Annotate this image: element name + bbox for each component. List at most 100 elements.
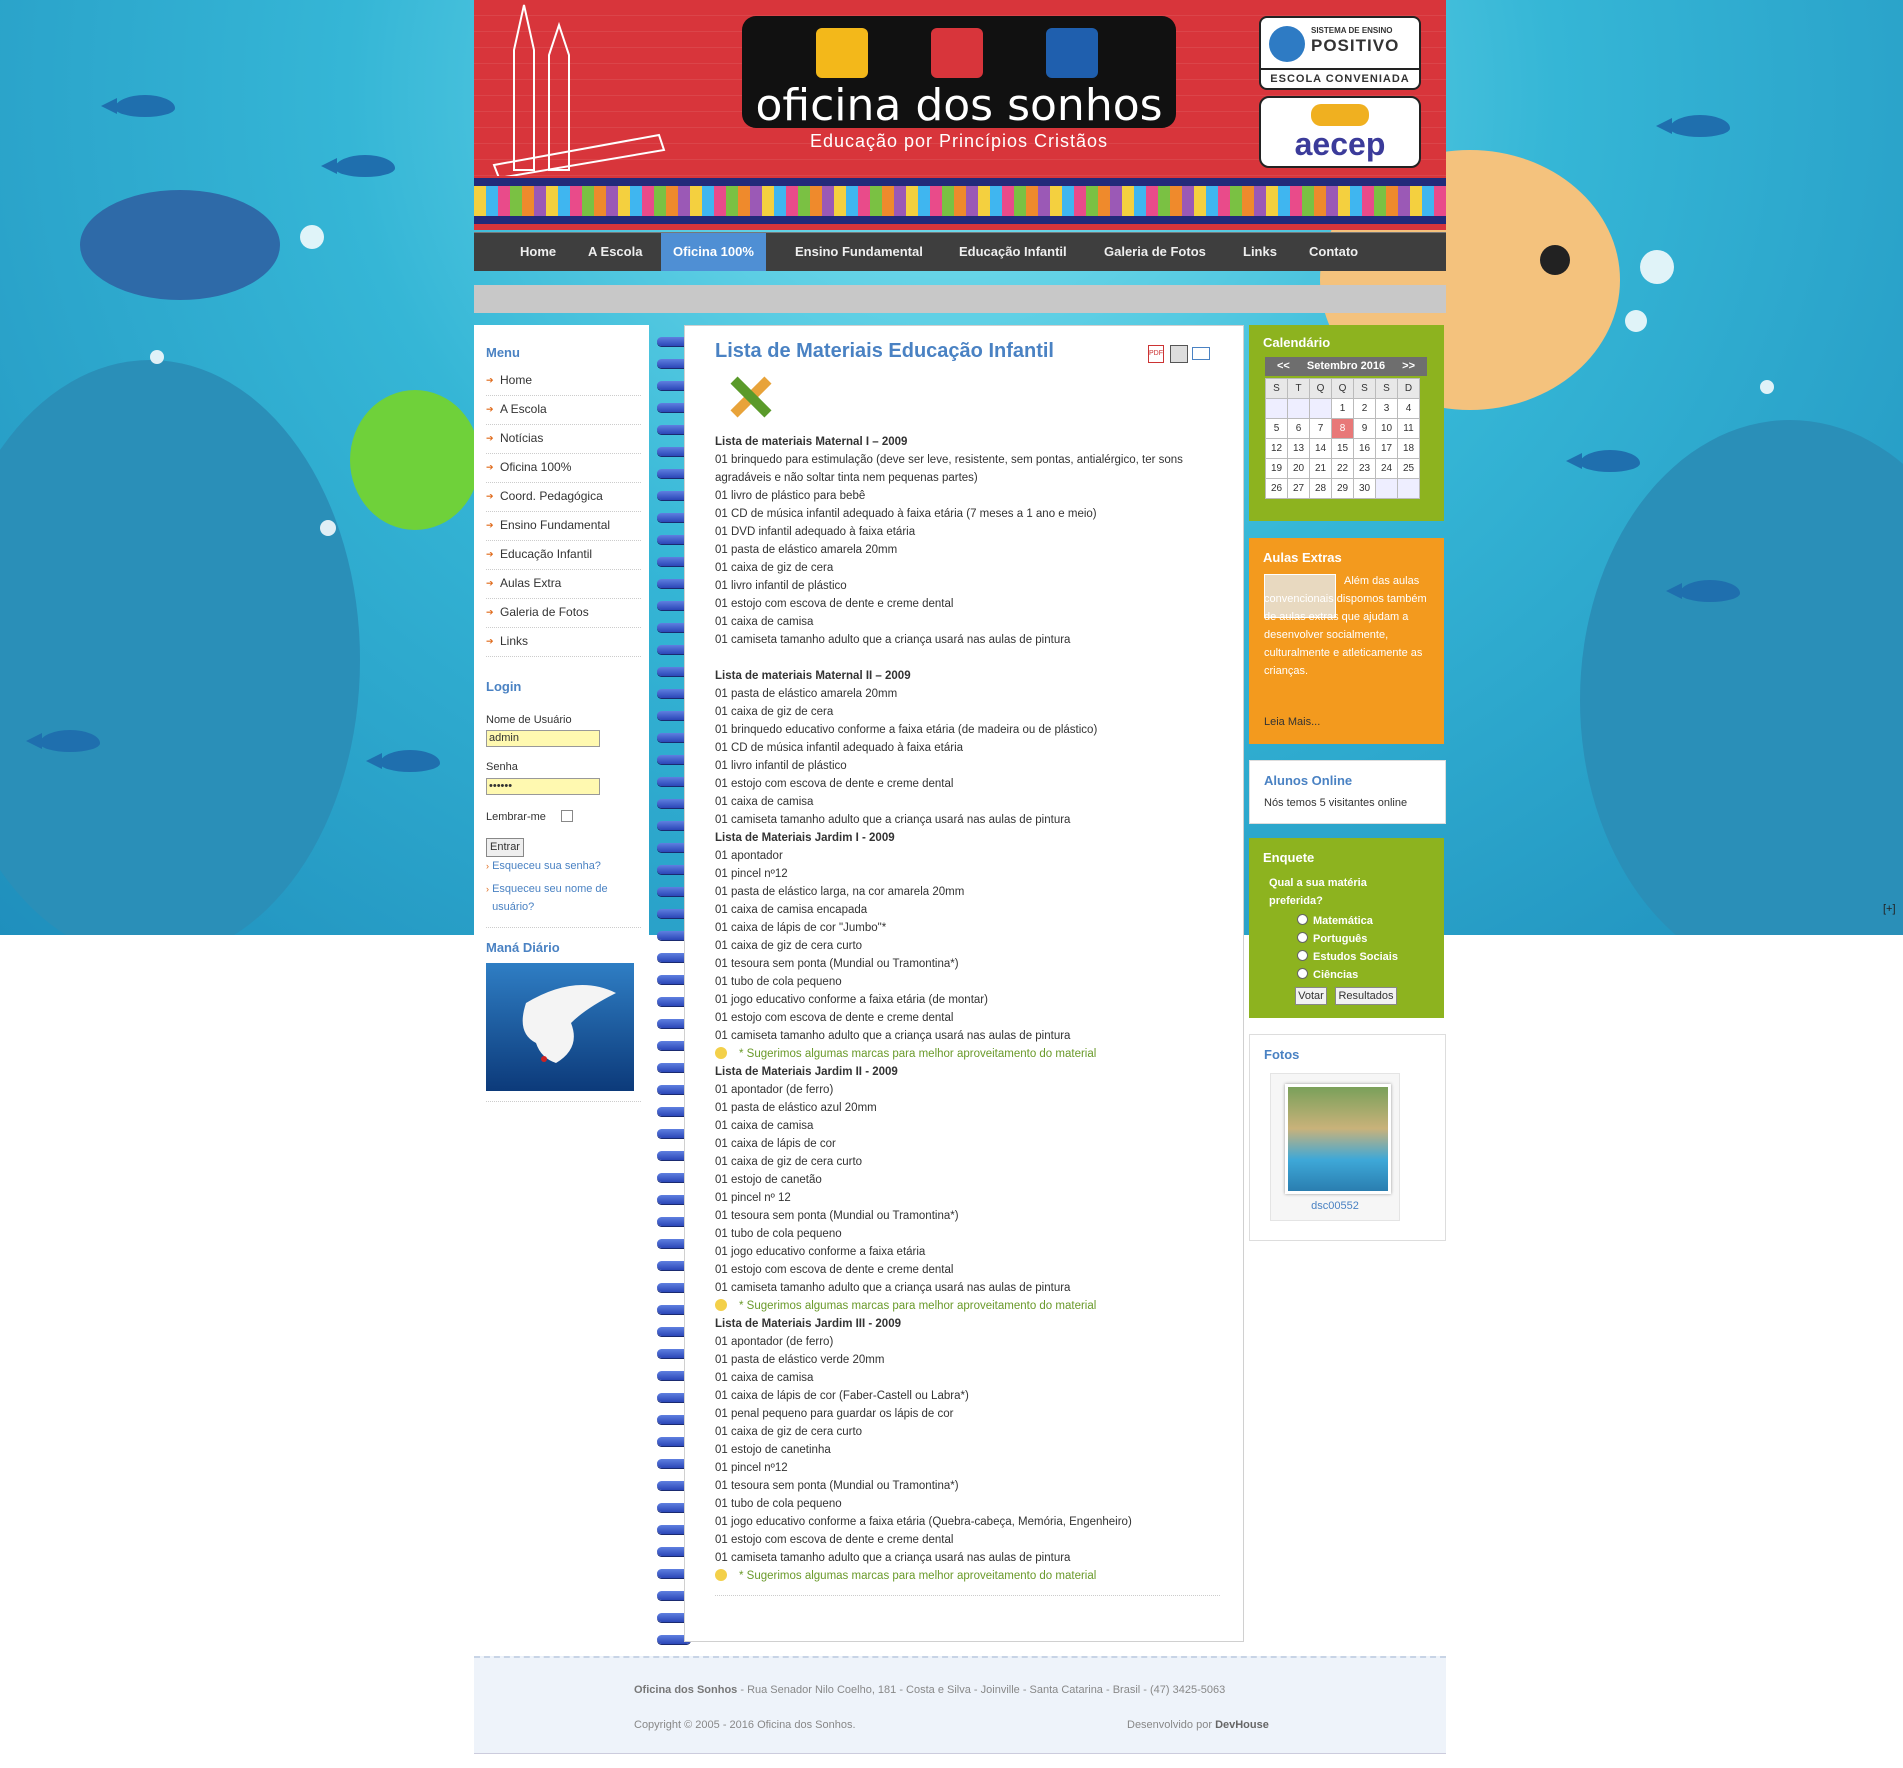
calendar-day[interactable]: 15 [1331, 438, 1354, 459]
calendar-day[interactable]: 10 [1375, 418, 1398, 439]
calendar-day[interactable]: 17 [1375, 438, 1398, 459]
radio-button[interactable] [1297, 914, 1308, 925]
calendar-day[interactable]: 13 [1287, 438, 1310, 459]
mana-diario-title: Maná Diário [486, 940, 560, 955]
forgot-username-link[interactable]: › Esqueceu seu nome de usuário? [486, 880, 626, 916]
calendar-day[interactable]: 1 [1331, 398, 1354, 419]
calendar-day[interactable]: 23 [1353, 458, 1376, 479]
list-item: 01 pasta de elástico larga, na cor amare… [715, 886, 965, 898]
poll-title: Enquete [1263, 850, 1315, 865]
nav-oficina-100[interactable]: Oficina 100% [661, 233, 766, 271]
aulas-read-more-link[interactable]: Leia Mais... [1264, 716, 1320, 728]
poll-option[interactable]: Estudos Sociais [1297, 950, 1398, 963]
nav-links[interactable]: Links [1243, 233, 1277, 271]
nav-contato[interactable]: Contato [1309, 233, 1358, 271]
sidebar-item-label: Ensino Fundamental [500, 518, 611, 532]
calendar-day[interactable]: 3 [1375, 398, 1398, 419]
calendar-day[interactable]: 21 [1309, 458, 1332, 479]
username-input[interactable]: admin [486, 730, 600, 747]
pool-photo[interactable] [1285, 1084, 1391, 1194]
nav-home[interactable]: Home [520, 233, 556, 271]
login-button[interactable]: Entrar [486, 838, 524, 857]
calendar-day[interactable]: 22 [1331, 458, 1354, 479]
main-content: Lista de Materiais Educação Infantil PDF… [684, 325, 1244, 1642]
password-input[interactable]: •••••• [486, 778, 600, 795]
pdf-icon[interactable]: PDF [1148, 345, 1164, 363]
fish-icon [101, 95, 175, 117]
photo-caption[interactable]: dsc00552 [1271, 1200, 1399, 1212]
calendar-day[interactable]: 28 [1309, 478, 1332, 499]
calendar-day[interactable]: 11 [1397, 418, 1420, 439]
positivo-badge[interactable]: SISTEMA DE ENSINO POSITIVO ESCOLA CONVEN… [1259, 16, 1421, 90]
forgot-username-text: Esqueceu seu nome de usuário? [492, 883, 608, 913]
calendar-day[interactable]: 7 [1309, 418, 1332, 439]
photos-module: Fotos dsc00552 [1249, 1034, 1446, 1241]
sidebar-item[interactable]: ➔ Home [486, 367, 641, 396]
calendar-day[interactable]: 25 [1397, 458, 1420, 479]
calendar-day[interactable]: 30 [1353, 478, 1376, 499]
calendar-day[interactable]: 5 [1265, 418, 1288, 439]
sidebar-item[interactable]: ➔ Educação Infantil [486, 541, 641, 570]
print-icon[interactable] [1170, 345, 1188, 363]
nav-educacao-infantil[interactable]: Educação Infantil [959, 233, 1067, 271]
poll-option[interactable]: Português [1297, 932, 1367, 945]
nav-ensino-fundamental[interactable]: Ensino Fundamental [795, 233, 923, 271]
list-heading: Lista de materiais Maternal II – 2009 [715, 670, 911, 682]
forgot-password-link[interactable]: › Esqueceu sua senha? [486, 860, 601, 872]
calendar-day[interactable]: 16 [1353, 438, 1376, 459]
list-item: 01 tubo de cola pequeno [715, 976, 842, 988]
list-item: 01 pasta de elástico amarela 20mm [715, 688, 898, 700]
list-item: 01 caixa de lápis de cor (Faber-Castell … [715, 1390, 969, 1402]
aecep-badge[interactable]: aecep [1259, 96, 1421, 168]
radio-button[interactable] [1297, 932, 1308, 943]
calendar-next-button[interactable]: >> [1402, 357, 1415, 376]
photo-card[interactable]: dsc00552 [1270, 1073, 1400, 1221]
vote-button[interactable]: Votar [1295, 987, 1327, 1005]
nav-a-escola[interactable]: A Escola [588, 233, 642, 271]
big-fish-left [80, 190, 280, 300]
arrow-icon: › [486, 861, 489, 871]
calendar-day[interactable]: 26 [1265, 478, 1288, 499]
results-button[interactable]: Resultados [1335, 987, 1397, 1005]
calendar-day[interactable]: 6 [1287, 418, 1310, 439]
expand-toggle[interactable]: [+] [1883, 903, 1896, 915]
list-item: 01 DVD infantil adequado à faixa etária [715, 526, 916, 538]
dove-image[interactable] [486, 963, 634, 1091]
calendar-day[interactable]: 12 [1265, 438, 1288, 459]
fish-eye [1540, 245, 1570, 275]
sidebar-item[interactable]: ➔ A Escola [486, 396, 641, 425]
poll-option[interactable]: Ciências [1297, 968, 1358, 981]
calendar-day[interactable]: 8 [1331, 418, 1354, 439]
sidebar-item[interactable]: ➔ Ensino Fundamental [486, 512, 641, 541]
calendar-day[interactable]: 27 [1287, 478, 1310, 499]
calendar-day[interactable]: 14 [1309, 438, 1332, 459]
calendar-day[interactable]: 18 [1397, 438, 1420, 459]
list-item: 01 caixa de camisa [715, 616, 814, 628]
sidebar-item[interactable]: ➔ Notícias [486, 425, 641, 454]
sidebar-item[interactable]: ➔ Galeria de Fotos [486, 599, 641, 628]
calendar-day[interactable]: 2 [1353, 398, 1376, 419]
remember-checkbox[interactable] [561, 810, 573, 822]
calendar-prev-button[interactable]: << [1277, 357, 1290, 376]
sidebar-item[interactable]: ➔ Links [486, 628, 641, 657]
list-item: 01 penal pequeno para guardar os lápis d… [715, 1408, 954, 1420]
login-title: Login [486, 679, 522, 694]
bubble [300, 225, 324, 249]
footer-dev-link[interactable]: DevHouse [1215, 1719, 1269, 1731]
calendar-day[interactable]: 19 [1265, 458, 1288, 479]
calendar-day[interactable]: 9 [1353, 418, 1376, 439]
calendar-day[interactable]: 20 [1287, 458, 1310, 479]
calendar-day[interactable]: 4 [1397, 398, 1420, 419]
calendar-day[interactable]: 29 [1331, 478, 1354, 499]
poll-option[interactable]: Matemática [1297, 914, 1373, 927]
calendar-day[interactable]: 24 [1375, 458, 1398, 479]
sidebar-item[interactable]: ➔ Aulas Extra [486, 570, 641, 599]
school-logo[interactable]: oficina dos sonhos [742, 16, 1176, 128]
sidebar-item[interactable]: ➔ Coord. Pedagógica [486, 483, 641, 512]
radio-button[interactable] [1297, 950, 1308, 961]
kids-border-decoration [474, 178, 1446, 224]
email-icon[interactable] [1192, 347, 1210, 360]
nav-galeria-de-fotos[interactable]: Galeria de Fotos [1104, 233, 1206, 271]
sidebar-item[interactable]: ➔ Oficina 100% [486, 454, 641, 483]
radio-button[interactable] [1297, 968, 1308, 979]
